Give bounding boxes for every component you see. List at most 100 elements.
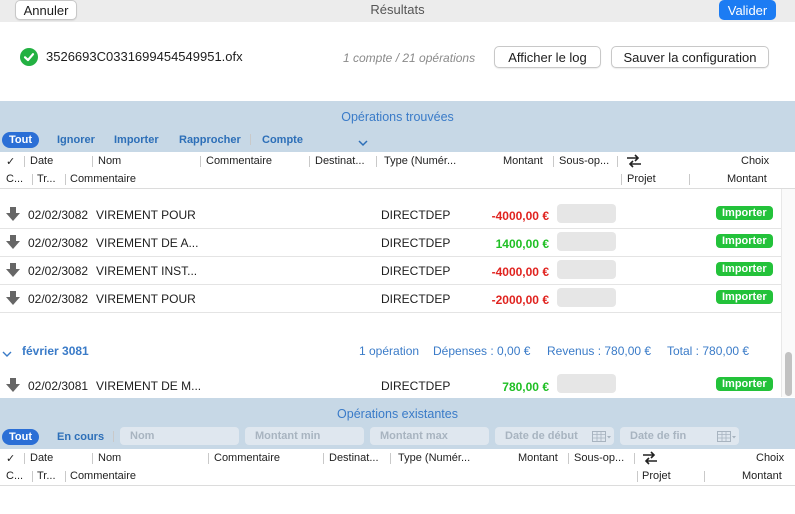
header-choice[interactable]: Choix	[741, 155, 769, 167]
row-name: VIREMENT INST...	[96, 264, 198, 278]
column-separator	[24, 156, 25, 167]
amount-max-input[interactable]: Montant max	[370, 427, 489, 445]
header-recipient[interactable]: Destinat...	[315, 155, 365, 167]
row-date: 02/02/3082	[28, 236, 89, 250]
column-separator	[92, 453, 93, 464]
table-row[interactable]: 02/02/3082 VIREMENT DE A... DIRECTDEP 14…	[0, 229, 781, 257]
group-label[interactable]: février 3081	[22, 344, 89, 358]
header-category[interactable]: C...	[6, 470, 23, 482]
success-check-icon	[20, 48, 38, 66]
column-separator	[553, 156, 554, 167]
row-date: 02/02/3082	[28, 292, 89, 306]
header-choice[interactable]: Choix	[756, 452, 784, 464]
found-operations-title: Opérations trouvées	[341, 110, 454, 124]
download-arrow-icon	[6, 235, 20, 249]
tab-ignore[interactable]: Ignorer	[57, 134, 95, 146]
sub-operations-field[interactable]	[557, 260, 616, 279]
header-project[interactable]: Projet	[642, 470, 671, 482]
save-configuration-button[interactable]: Sauver la configuration	[611, 46, 769, 68]
table-row[interactable]: 02/02/3082 VIREMENT POUR DIRECTDEP -4000…	[0, 201, 781, 229]
column-separator	[208, 453, 209, 464]
calendar-icon[interactable]	[592, 431, 612, 442]
column-separator	[92, 156, 93, 167]
validate-button[interactable]: Valider	[719, 0, 776, 20]
tab-account[interactable]: Compte	[262, 134, 303, 146]
column-separator	[376, 156, 377, 167]
tab-in-progress[interactable]: En cours	[57, 431, 104, 443]
column-separator	[621, 174, 622, 185]
header-amount-2[interactable]: Montant	[742, 470, 782, 482]
sub-operations-field[interactable]	[557, 288, 616, 307]
header-name[interactable]: Nom	[98, 155, 121, 167]
column-separator	[309, 156, 310, 167]
header-transfer[interactable]: Tr...	[37, 173, 56, 185]
table-row[interactable]: 02/02/3081 VIREMENT DE M... DIRECTDEP 78…	[0, 371, 781, 397]
column-separator	[24, 453, 25, 464]
tab-all-existing[interactable]: Tout	[2, 429, 40, 445]
download-arrow-icon	[6, 378, 20, 392]
tab-import[interactable]: Importer	[114, 134, 159, 146]
header-recipient[interactable]: Destinat...	[329, 452, 379, 464]
header-check[interactable]: ✓	[6, 155, 15, 168]
header-date[interactable]: Date	[30, 452, 53, 464]
table-row[interactable]: 02/02/3082 VIREMENT INST... DIRECTDEP -4…	[0, 257, 781, 285]
header-type[interactable]: Type (Numér...	[398, 452, 470, 464]
row-type: DIRECTDEP	[381, 208, 451, 222]
header-project[interactable]: Projet	[627, 173, 656, 185]
header-transfer[interactable]: Tr...	[37, 470, 56, 482]
file-name: 3526693C0331699454549951.ofx	[46, 49, 243, 64]
header-date[interactable]: Date	[30, 155, 53, 167]
amount-min-input[interactable]: Montant min	[245, 427, 364, 445]
import-button[interactable]: Importer	[716, 290, 773, 304]
sub-operations-field[interactable]	[557, 374, 616, 393]
header-comment[interactable]: Commentaire	[214, 452, 280, 464]
sub-operations-field[interactable]	[557, 204, 616, 223]
download-arrow-icon	[6, 263, 20, 277]
import-button[interactable]: Importer	[716, 262, 773, 276]
header-amount-2[interactable]: Montant	[727, 173, 767, 185]
row-amount: -2000,00 €	[491, 293, 549, 307]
header-sub-operations[interactable]: Sous-op...	[559, 155, 609, 167]
column-separator	[634, 453, 635, 464]
column-separator	[637, 471, 638, 482]
import-button[interactable]: Importer	[716, 234, 773, 248]
row-amount: 1400,00 €	[495, 237, 549, 251]
tab-reconcile[interactable]: Rapprocher	[179, 134, 241, 146]
import-button[interactable]: Importer	[716, 206, 773, 220]
column-separator	[617, 156, 618, 167]
column-separator	[689, 174, 690, 185]
calendar-icon[interactable]	[717, 431, 737, 442]
table-row[interactable]: 02/02/3082 VIREMENT POUR DIRECTDEP -2000…	[0, 285, 781, 313]
header-amount[interactable]: Montant	[518, 452, 558, 464]
file-summary: 1 compte / 21 opérations	[343, 51, 476, 65]
row-date: 02/02/3082	[28, 264, 89, 278]
header-comment-2[interactable]: Commentaire	[70, 173, 136, 185]
show-log-button[interactable]: Afficher le log	[494, 46, 601, 68]
column-separator	[65, 471, 66, 482]
scrollbar-thumb[interactable]	[785, 352, 792, 396]
row-name: VIREMENT DE M...	[96, 379, 202, 393]
header-comment-2[interactable]: Commentaire	[70, 470, 136, 482]
group-expenses: Dépenses : 0,00 €	[433, 344, 531, 358]
header-category[interactable]: C...	[6, 173, 23, 185]
header-check[interactable]: ✓	[6, 452, 15, 465]
header-amount[interactable]: Montant	[503, 155, 543, 167]
header-comment[interactable]: Commentaire	[206, 155, 272, 167]
import-button[interactable]: Importer	[716, 377, 773, 391]
column-separator	[704, 471, 705, 482]
header-name[interactable]: Nom	[98, 452, 121, 464]
row-type: DIRECTDEP	[381, 379, 451, 393]
chevron-down-icon[interactable]	[358, 136, 368, 147]
name-filter-input[interactable]: Nom	[120, 427, 239, 445]
header-type[interactable]: Type (Numér...	[384, 155, 456, 167]
window-title: Résultats	[370, 2, 425, 17]
row-type: DIRECTDEP	[381, 292, 451, 306]
tab-separator	[250, 134, 251, 145]
tab-all[interactable]: Tout	[2, 132, 40, 148]
swap-arrows-icon[interactable]	[626, 154, 642, 168]
chevron-down-icon[interactable]	[2, 347, 12, 357]
swap-arrows-icon[interactable]	[642, 451, 658, 465]
sub-operations-field[interactable]	[557, 232, 616, 251]
header-sub-operations[interactable]: Sous-op...	[574, 452, 624, 464]
download-arrow-icon	[6, 207, 20, 221]
